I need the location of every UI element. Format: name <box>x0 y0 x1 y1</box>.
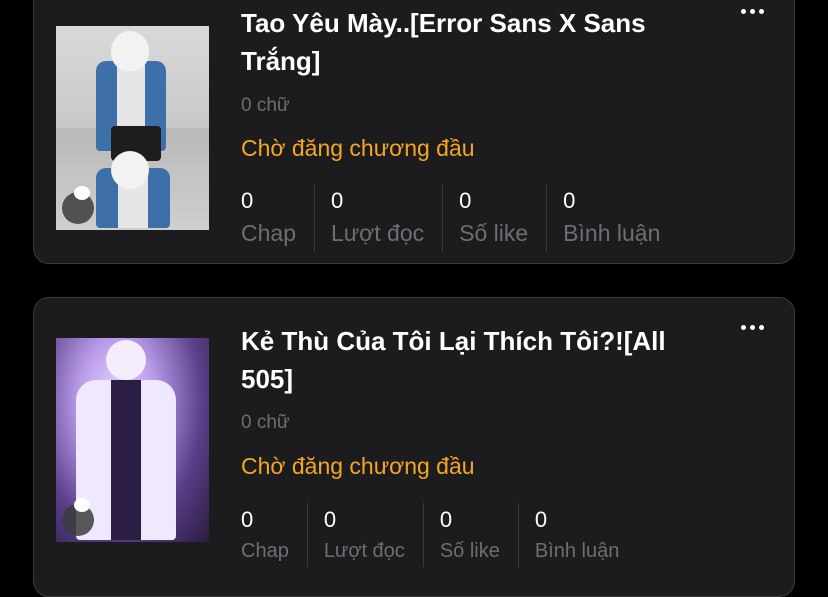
story-cover-image[interactable] <box>56 26 209 230</box>
story-card[interactable]: Kẻ Thù Của Tôi Lại Thích Tôi?![All 505] … <box>33 297 795 597</box>
word-count: 0 chữ <box>241 95 290 116</box>
stat-likes: 0 Số like <box>440 503 519 567</box>
stat-label: Bình luận <box>563 220 661 246</box>
stat-value: 0 <box>439 507 453 532</box>
story-title[interactable]: Kẻ Thù Của Tôi Lại Thích Tôi?![All 505] <box>241 322 684 398</box>
more-options-icon[interactable] <box>741 325 764 330</box>
status-text: Chờ đăng chương đầu <box>241 135 475 161</box>
stat-label: Chap <box>241 220 296 246</box>
more-options-icon[interactable] <box>741 9 764 14</box>
comment-bubble-icon <box>62 498 94 536</box>
stat-value: 0 <box>459 188 472 213</box>
stat-label: Lượt đọc <box>323 540 405 562</box>
stat-chapters: 0 Chap <box>241 503 308 567</box>
stat-label: Lượt đọc <box>330 220 425 246</box>
story-stats: 0 Chap 0 Lượt đọc 0 Số like 0 Bình luận <box>241 184 694 252</box>
stat-reads: 0 Lượt đọc <box>330 184 444 252</box>
stat-value: 0 <box>563 188 576 213</box>
stat-value: 0 <box>323 507 337 532</box>
stat-label: Số like <box>439 540 500 562</box>
stat-value: 0 <box>241 188 254 213</box>
story-cover-image[interactable] <box>56 338 209 542</box>
stat-label: Chap <box>241 540 289 562</box>
stat-label: Bình luận <box>534 540 620 562</box>
stat-chapters: 0 Chap <box>241 184 315 252</box>
stat-value: 0 <box>330 188 344 213</box>
stat-reads: 0 Lượt đọc <box>324 503 424 567</box>
stat-value: 0 <box>241 507 254 532</box>
story-card[interactable]: Tao Yêu Mày..[Error Sans X Sans Trắng] 0… <box>33 0 795 264</box>
stat-likes: 0 Số like <box>459 184 548 252</box>
status-text: Chờ đăng chương đầu <box>241 453 475 479</box>
stat-value: 0 <box>534 507 548 532</box>
stat-comments: 0 Bình luận <box>535 503 638 567</box>
story-stats: 0 Chap 0 Lượt đọc 0 Số like 0 Bình luận <box>241 503 653 567</box>
comment-bubble-icon <box>62 186 94 224</box>
stat-label: Số like <box>459 220 529 246</box>
stat-comments: 0 Bình luận <box>563 184 678 252</box>
word-count: 0 chữ <box>241 412 290 433</box>
story-title[interactable]: Tao Yêu Mày..[Error Sans X Sans Trắng] <box>241 4 684 80</box>
